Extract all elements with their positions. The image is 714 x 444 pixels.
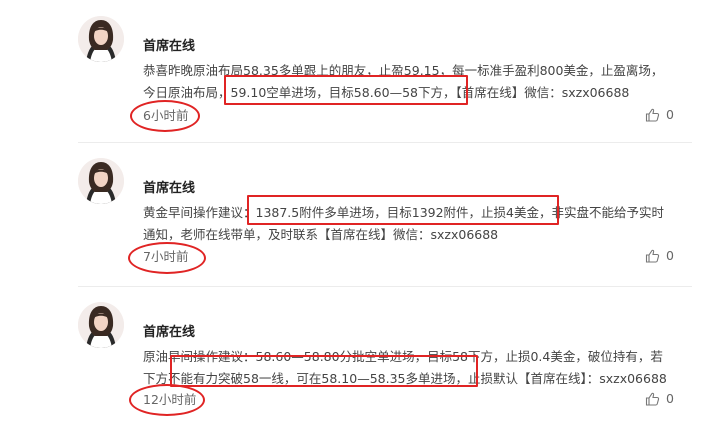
comment-line: 原油早间操作建议：58.60—58.80分批空单进场，目标58下方，止损0.4美… [143, 349, 663, 364]
comment-line: 今日原油布局，59.10空单进场，目标58.60—58下方，【首席在线】微信：s… [143, 85, 630, 100]
like-button[interactable]: 0 [645, 107, 674, 122]
timestamp: 6小时前 [143, 108, 189, 123]
username[interactable]: 首席在线 [143, 177, 195, 196]
avatar[interactable] [78, 16, 124, 62]
avatar-image [78, 302, 124, 348]
comment-line: 黄金早间操作建议：1387.5附件多单进场，目标1392附件，止损4美金，非实盘… [143, 205, 665, 220]
comment-line: 恭喜昨晚原油布局58.35多单跟上的朋友，止盈59.15，每一标准手盈利800美… [143, 63, 664, 78]
thumbs-up-icon [645, 108, 660, 122]
comment-text: 恭喜昨晚原油布局58.35多单跟上的朋友，止盈59.15，每一标准手盈利800美… [143, 60, 691, 104]
like-count: 0 [666, 391, 674, 406]
timestamp: 7小时前 [143, 249, 189, 264]
comment-text: 原油早间操作建议：58.60—58.80分批空单进场，目标58下方，止损0.4美… [143, 346, 691, 390]
username[interactable]: 首席在线 [143, 321, 195, 340]
like-count: 0 [666, 107, 674, 122]
like-button[interactable]: 0 [645, 248, 674, 263]
comment-text: 黄金早间操作建议：1387.5附件多单进场，目标1392附件，止损4美金，非实盘… [143, 202, 691, 246]
thumbs-up-icon [645, 392, 660, 406]
like-count: 0 [666, 248, 674, 263]
avatar-image [78, 158, 124, 204]
avatar[interactable] [78, 302, 124, 348]
comment-feed: 首席在线 恭喜昨晚原油布局58.35多单跟上的朋友，止盈59.15，每一标准手盈… [0, 0, 714, 444]
avatar-image [78, 16, 124, 62]
comment-line: 通知，老师在线带单，及时联系【首席在线】微信：sxzx06688 [143, 227, 499, 242]
timestamp: 12小时前 [143, 392, 197, 407]
comment-item: 首席在线 恭喜昨晚原油布局58.35多单跟上的朋友，止盈59.15，每一标准手盈… [0, 0, 714, 142]
thumbs-up-icon [645, 249, 660, 263]
comment-item: 首席在线 黄金早间操作建议：1387.5附件多单进场，目标1392附件，止损4美… [0, 142, 714, 286]
username[interactable]: 首席在线 [143, 35, 195, 54]
like-button[interactable]: 0 [645, 391, 674, 406]
comment-line: 下方不能有力突破58一线，可在58.10—58.35多单进场，止损默认【首席在线… [143, 371, 667, 386]
avatar[interactable] [78, 158, 124, 204]
comment-item: 首席在线 原油早间操作建议：58.60—58.80分批空单进场，目标58下方，止… [0, 286, 714, 444]
